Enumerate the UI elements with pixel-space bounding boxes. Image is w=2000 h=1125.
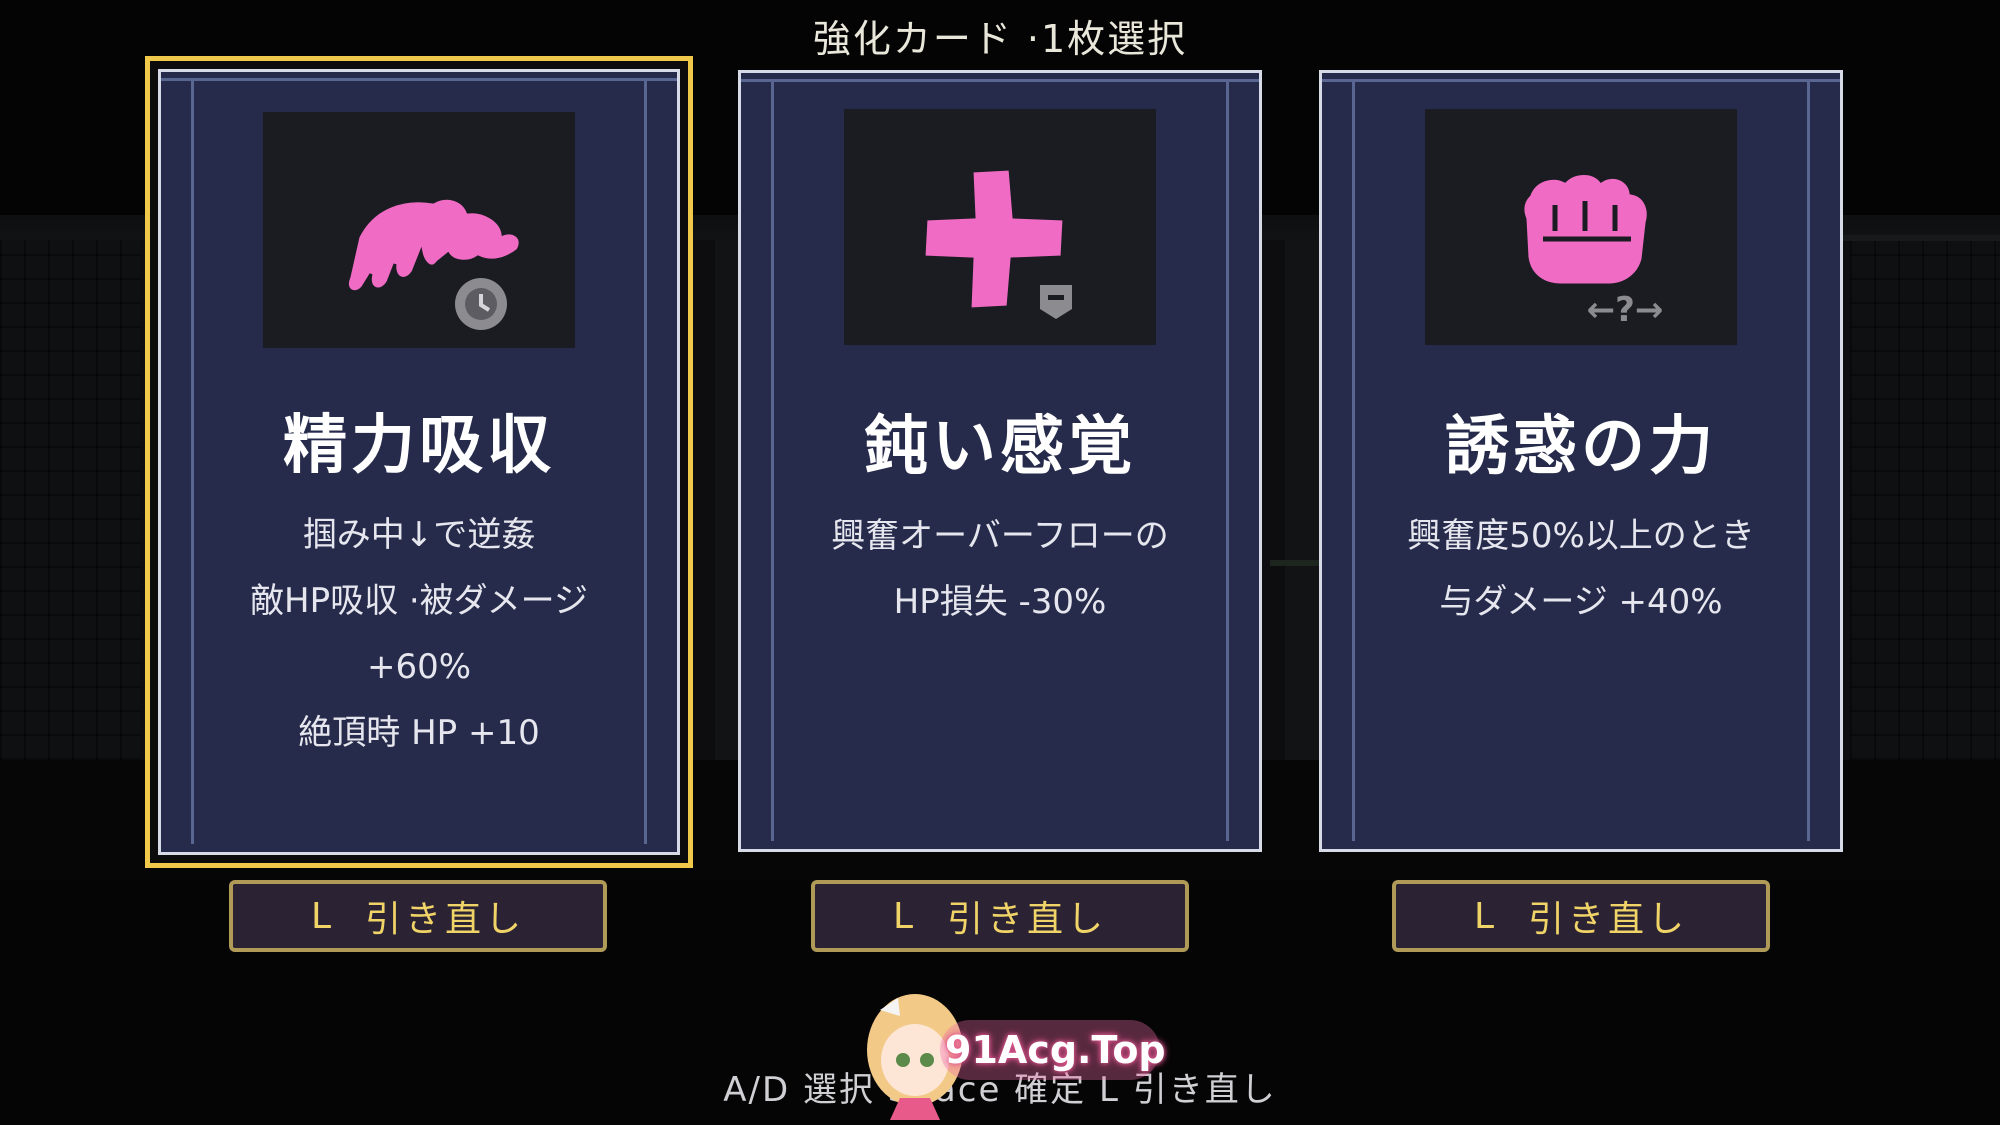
card-title: 精力吸収 (283, 409, 555, 483)
redraw-label: 引き直し (365, 899, 526, 940)
redraw-button-1[interactable]: L 引き直し (229, 880, 607, 952)
upgrade-card-1[interactable]: 精力吸収 掴み中↓で逆姦 敵HP吸収 ·被ダメージ +60% 絶頂時 HP +1… (145, 56, 693, 868)
watermark-text: 91Acg.Top (945, 1028, 1166, 1072)
card-description-line: 興奮度50%以上のとき (1407, 516, 1755, 556)
grabbing-hand-icon (346, 196, 522, 330)
redraw-label: 引き直し (947, 899, 1108, 940)
card-description-line: HP損失 -30% (893, 582, 1107, 622)
card-frame-line (161, 78, 677, 81)
redraw-key-label: L (310, 895, 336, 937)
card-art (844, 109, 1156, 345)
screen-title: 強化カード ·1枚選択 (812, 17, 1188, 61)
card-description: 興奮オーバーフローの HP損失 -30% (761, 503, 1239, 635)
game-screen: 強化カード ·1枚選択 精力吸収 掴み中↓で逆姦 敵HP吸収 ·被ダメージ +6… (0, 0, 2000, 1125)
card-description-line: 掴み中↓で逆姦 (302, 515, 536, 555)
card-title: 誘惑の力 (1445, 410, 1717, 484)
card-frame-line (741, 79, 1259, 82)
card-description-line: 興奮オーバーフローの (831, 516, 1169, 556)
redraw-button-2[interactable]: L 引き直し (811, 880, 1189, 952)
card-description: 掴み中↓で逆姦 敵HP吸収 ·被ダメージ +60% 絶頂時 HP +10 (181, 502, 657, 766)
shield-icon (1040, 285, 1072, 319)
redraw-label: 引き直し (1528, 899, 1689, 940)
fist-icon: ←?→ (1521, 172, 1664, 330)
card-art (263, 112, 575, 348)
direction-unknown-icon: ←?→ (1587, 290, 1664, 330)
upgrade-card-3[interactable]: ←?→ 誘惑の力 興奮度50%以上のとき 与ダメージ +40% (1319, 70, 1843, 852)
card-description-line: 与ダメージ +40% (1439, 582, 1723, 622)
card-description-line: 敵HP吸収 ·被ダメージ (250, 581, 588, 621)
card-description-line: +60% (366, 647, 472, 687)
card-description-line: 絶頂時 HP +10 (298, 713, 540, 753)
watermark: 91Acg.Top (840, 980, 1170, 1120)
redraw-key-label: L (892, 895, 918, 937)
card-art: ←?→ (1425, 109, 1737, 345)
card-description: 興奮度50%以上のとき 与ダメージ +40% (1342, 503, 1820, 635)
card-title: 鈍い感覚 (864, 410, 1136, 484)
upgrade-card-2[interactable]: 鈍い感覚 興奮オーバーフローの HP損失 -30% (738, 70, 1262, 852)
card-frame-line (1322, 79, 1840, 82)
redraw-button-3[interactable]: L 引き直し (1392, 880, 1770, 952)
redraw-key-label: L (1473, 895, 1499, 937)
plus-cross-icon (922, 167, 1072, 319)
